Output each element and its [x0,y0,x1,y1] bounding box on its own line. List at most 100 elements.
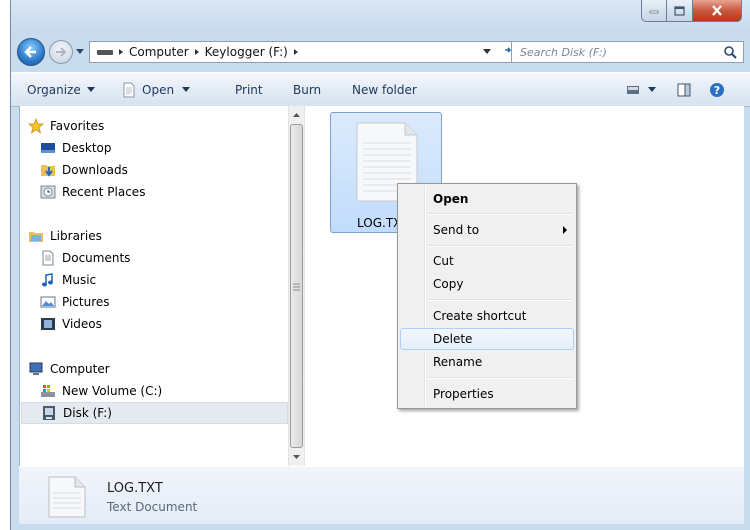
system-drive-icon [41,385,55,397]
print-label: Print [235,82,263,97]
menu-item-delete[interactable]: Delete [400,328,574,350]
address-row: Computer Keylogger (F:) Search Disk (F:) [11,34,750,70]
menu-item-label: Rename [433,355,483,369]
breadcrumb-separator-icon [119,49,123,55]
nav-item-new-volume-c[interactable]: New Volume (C:) [40,380,162,402]
submenu-arrow-icon [563,226,567,234]
documents-icon [42,250,54,266]
explorer-window: Computer Keylogger (F:) Search Disk (F:)… [10,0,750,530]
pictures-icon [40,296,56,308]
nav-item-documents[interactable]: Documents [40,247,130,269]
removable-disk-icon [43,406,55,420]
search-input[interactable]: Search Disk (F:) [512,46,723,59]
music-icon [42,273,53,287]
nav-libraries-label: Libraries [50,229,102,243]
organize-button[interactable]: Organize [27,73,95,106]
text-file-icon [123,82,135,97]
menu-item-label: Cut [433,254,454,268]
preview-pane-button[interactable] [677,73,691,106]
menu-item-open[interactable]: Open [400,188,574,210]
chevron-down-icon [86,87,95,92]
open-button[interactable]: Open [121,73,191,106]
address-dropdown-icon[interactable] [483,49,491,55]
back-button[interactable] [17,38,45,66]
libraries-icon [29,232,43,242]
forward-button[interactable] [49,40,73,64]
help-icon: ? [710,82,724,97]
menu-separator [428,245,572,247]
nav-scrollbar[interactable] [288,106,305,466]
menu-item-label: Create shortcut [433,309,527,323]
nav-item-recent-places[interactable]: Recent Places [40,181,145,203]
nav-item-downloads[interactable]: Downloads [40,159,128,181]
videos-icon [41,318,55,330]
nav-item-disk-f[interactable]: Disk (F:) [21,402,288,424]
menu-item-label: Open [433,192,469,206]
search-icon[interactable] [723,45,737,59]
grip-icon [293,283,300,291]
maximize-button[interactable] [666,0,693,22]
breadcrumb-computer[interactable]: Computer [129,45,189,59]
recent-places-icon [40,185,56,199]
nav-favorites[interactable]: Favorites [28,115,104,137]
details-file-type: Text Document [107,500,198,514]
content-area: Favorites Desktop Downloads Recent Place… [19,106,744,466]
nav-item-label: Desktop [62,141,112,155]
scroll-up-icon[interactable] [289,108,304,122]
menu-item-label: Copy [433,277,464,291]
star-icon [28,118,44,134]
scroll-down-icon[interactable] [289,450,304,464]
menu-item-send-to[interactable]: Send to [400,219,574,241]
nav-favorites-label: Favorites [50,119,105,133]
close-button[interactable] [692,0,742,22]
menu-item-label: Properties [433,387,494,401]
nav-item-label: Downloads [62,163,128,177]
search-box[interactable]: Search Disk (F:) [511,41,744,63]
preview-pane-icon [677,83,691,96]
details-pane: LOG.TXT Text Document [19,466,744,524]
help-button[interactable]: ? [709,73,725,106]
menu-item-rename[interactable]: Rename [400,351,574,373]
close-icon [712,5,722,16]
maximize-icon [674,5,685,16]
menu-item-label: Send to [433,223,480,237]
view-icon [627,85,639,94]
address-bar[interactable]: Computer Keylogger (F:) [89,41,500,63]
change-view-button[interactable] [626,73,656,106]
breadcrumb-separator-icon[interactable] [194,48,200,56]
nav-item-desktop[interactable]: Desktop [40,137,112,159]
back-arrow-icon [24,46,36,58]
recent-pages-dropdown-icon[interactable] [75,48,85,56]
menu-item-cut[interactable]: Cut [400,250,574,272]
nav-item-label: New Volume (C:) [62,384,163,398]
open-label: Open [142,82,175,97]
breadcrumb-keylogger-drive[interactable]: Keylogger (F:) [205,45,288,59]
drive-icon [97,50,113,55]
chevron-down-icon [182,87,191,92]
context-menu: Open Send to Cut Copy Create shortcut De… [397,183,577,409]
downloads-folder-icon [41,165,55,177]
menu-item-copy[interactable]: Copy [400,273,574,295]
menu-item-create-shortcut[interactable]: Create shortcut [400,305,574,327]
print-button[interactable]: Print [235,73,263,106]
new-folder-button[interactable]: New folder [352,73,417,106]
nav-item-music[interactable]: Music [40,269,96,291]
scroll-thumb[interactable] [290,124,303,448]
nav-libraries[interactable]: Libraries [28,225,102,247]
menu-item-properties[interactable]: Properties [400,383,574,405]
title-bar[interactable] [11,0,750,34]
burn-button[interactable]: Burn [293,73,321,106]
breadcrumb-separator-icon[interactable] [293,48,299,56]
minimize-button[interactable] [641,0,667,22]
desktop-icon [41,143,55,153]
nav-item-label: Recent Places [62,185,146,199]
nav-item-label: Disk (F:) [63,406,112,420]
nav-item-videos[interactable]: Videos [40,313,102,335]
nav-item-pictures[interactable]: Pictures [40,291,110,313]
command-bar: Organize Open Print Burn New folder ? [11,72,750,107]
nav-computer[interactable]: Computer [28,358,110,380]
burn-label: Burn [293,82,322,97]
menu-separator [428,377,572,379]
nav-computer-label: Computer [50,362,110,376]
minimize-icon [649,10,659,13]
